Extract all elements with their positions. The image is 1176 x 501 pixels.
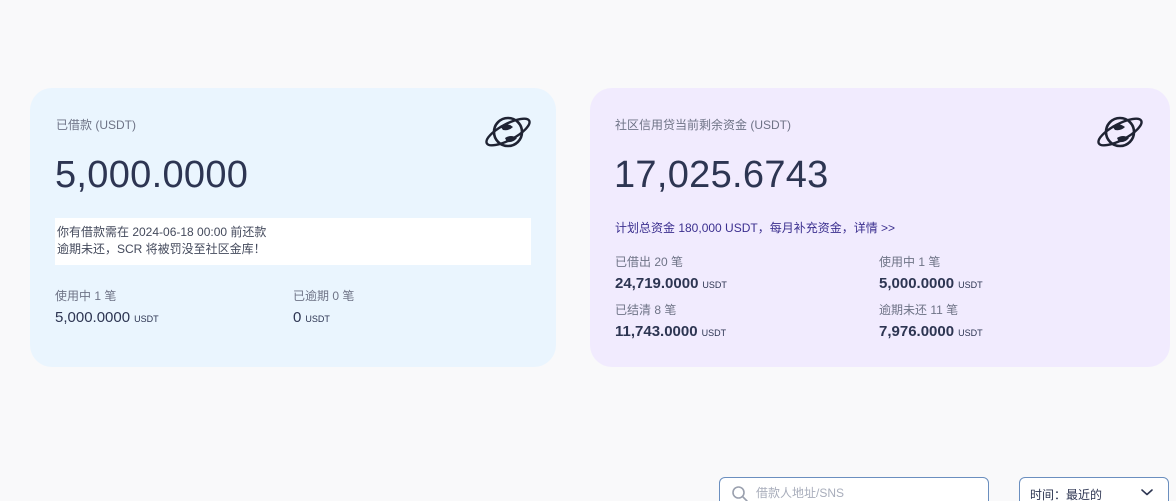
lent-value-row: 24,719.0000 USDT xyxy=(615,275,727,292)
borrowed-label: 已借款 (USDT) xyxy=(56,118,136,132)
in-use-stat: 使用中 1 笔 5,000.0000 USDT xyxy=(55,287,159,326)
community-in-use-stat: 使用中 1 笔 5,000.0000 USDT xyxy=(879,253,983,292)
details-link[interactable]: 详情 >> xyxy=(854,221,895,235)
in-use-value-row: 5,000.0000 USDT xyxy=(55,309,159,326)
borrowed-card: 已借款 (USDT) 5,000.0000 你有借款需在 2024-06-18 … xyxy=(30,88,556,367)
repayment-notice: 你有借款需在 2024-06-18 00:00 前还款 逾期未还，SCR 将被罚… xyxy=(55,218,531,265)
overdue-label: 已逾期 0 笔 xyxy=(293,289,355,303)
overdue-unpaid-value: 7,976.0000 xyxy=(879,323,955,340)
overdue-unpaid-label: 逾期未还 11 笔 xyxy=(879,303,959,317)
community-fund-label: 社区信用贷当前剩余资金 (USDT) xyxy=(615,118,791,132)
search-icon xyxy=(732,486,748,501)
search-input[interactable] xyxy=(756,486,976,500)
settled-label: 已结清 8 笔 xyxy=(615,303,677,317)
settled-value-row: 11,743.0000 USDT xyxy=(615,323,726,340)
plan-text: 计划总资金 180,000 USDT，每月补充资金， xyxy=(615,221,854,235)
settled-value: 11,743.0000 xyxy=(615,323,698,340)
in-use-unit: USDT xyxy=(134,314,159,324)
plan-info: 计划总资金 180,000 USDT，每月补充资金，详情 >> xyxy=(615,219,895,236)
overdue-unpaid-stat: 逾期未还 11 笔 7,976.0000 USDT xyxy=(879,301,983,340)
overdue-stat: 已逾期 0 笔 0 USDT xyxy=(293,287,354,326)
planet-icon xyxy=(1097,116,1143,148)
lent-unit: USDT xyxy=(702,280,727,290)
lent-label: 已借出 20 笔 xyxy=(615,255,684,269)
overdue-unit: USDT xyxy=(305,314,330,324)
time-sort-select[interactable]: 时间：最近的 xyxy=(1019,477,1169,501)
lent-value: 24,719.0000 xyxy=(615,275,699,292)
community-in-use-value: 5,000.0000 xyxy=(879,275,955,292)
lent-stat: 已借出 20 笔 24,719.0000 USDT xyxy=(615,253,727,292)
community-in-use-label: 使用中 1 笔 xyxy=(879,255,941,269)
settled-stat: 已结清 8 笔 11,743.0000 USDT xyxy=(615,301,726,340)
in-use-label: 使用中 1 笔 xyxy=(55,289,117,303)
community-in-use-unit: USDT xyxy=(958,280,983,290)
overdue-unpaid-unit: USDT xyxy=(958,328,983,338)
in-use-value: 5,000.0000 xyxy=(55,309,131,326)
community-fund-card: 社区信用贷当前剩余资金 (USDT) 17,025.6743 计划总资金 180… xyxy=(590,88,1170,367)
notice-line-deadline: 你有借款需在 2024-06-18 00:00 前还款 xyxy=(57,225,267,239)
chevron-down-icon xyxy=(1141,489,1153,496)
settled-unit: USDT xyxy=(701,328,727,338)
community-fund-amount: 17,025.6743 xyxy=(614,154,829,196)
community-in-use-value-row: 5,000.0000 USDT xyxy=(879,275,983,292)
planet-icon xyxy=(485,116,531,148)
notice-line-penalty: 逾期未还，SCR 将被罚没至社区金库！ xyxy=(57,242,266,256)
overdue-value: 0 xyxy=(293,309,302,326)
time-sort-label: 时间：最近的 xyxy=(1030,488,1103,501)
borrower-search[interactable] xyxy=(719,477,989,501)
overdue-value-row: 0 USDT xyxy=(293,309,354,326)
page: 已借款 (USDT) 5,000.0000 你有借款需在 2024-06-18 … xyxy=(0,0,1176,501)
overdue-unpaid-value-row: 7,976.0000 USDT xyxy=(879,323,983,340)
borrowed-amount: 5,000.0000 xyxy=(55,154,249,196)
